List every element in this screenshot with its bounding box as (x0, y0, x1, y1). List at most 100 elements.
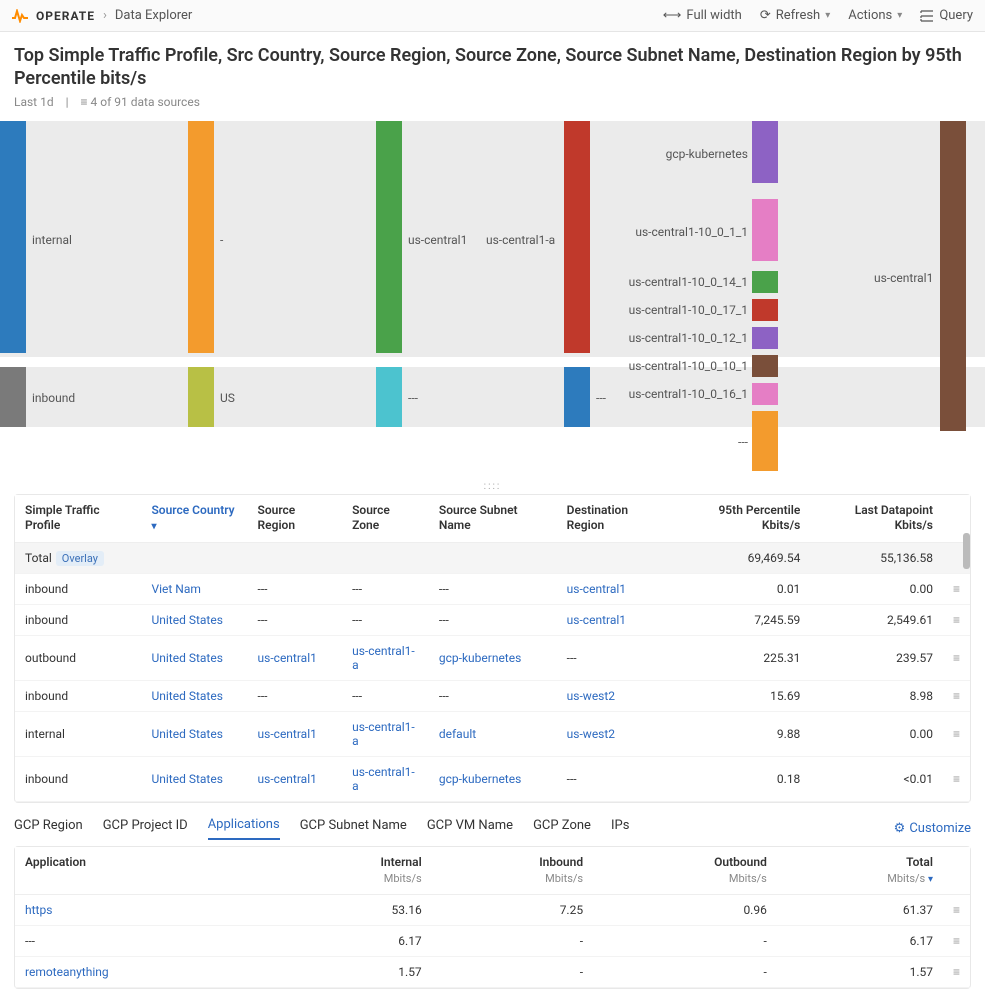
table-total-row: TotalOverlay 69,469.54 55,136.58 (15, 542, 970, 573)
tab-gcp-project-id[interactable]: GCP Project ID (103, 818, 188, 839)
table-row[interactable]: inbound United States --- --- --- us-cen… (15, 604, 970, 635)
sankey-node-uscentral1a[interactable] (564, 121, 590, 353)
col-country[interactable]: Source Country ▾ (141, 495, 247, 543)
refresh-button[interactable]: ⟳ Refresh ▾ (760, 8, 830, 23)
sankey-node-us[interactable] (188, 367, 214, 427)
logo-icon (12, 9, 28, 23)
sankey-node-subnet5[interactable] (752, 355, 778, 377)
flow-gap (0, 357, 985, 367)
table-row[interactable]: outbound United States us-central1 us-ce… (15, 635, 970, 680)
sankey-label: us-central1-10_0_10_1 (618, 359, 748, 373)
table-row[interactable]: inbound United States --- --- --- us-wes… (15, 680, 970, 711)
tab-gcp-vm-name[interactable]: GCP VM Name (427, 818, 513, 839)
col-dest[interactable]: Destination Region (557, 495, 675, 543)
tab-gcp-zone[interactable]: GCP Zone (533, 818, 591, 839)
sankey-node-dashes2[interactable] (564, 367, 590, 427)
sankey-node-subnet4[interactable] (752, 327, 778, 349)
tab-ips[interactable]: IPs (611, 818, 629, 839)
chevron-right-icon: › (103, 8, 107, 23)
col-app[interactable]: Application (15, 847, 277, 895)
sankey-node-subnet6[interactable] (752, 383, 778, 405)
col-p95[interactable]: 95th Percentile Kbits/s (674, 495, 810, 543)
col-total[interactable]: TotalMbits/s ▾ (777, 847, 943, 895)
resize-handle[interactable]: :::: (0, 479, 985, 494)
sankey-node-dashes[interactable] (376, 367, 402, 427)
secondary-tabs: GCP Region GCP Project ID Applications GCP … (0, 803, 985, 846)
sankey-label: internal (32, 233, 72, 247)
table-row[interactable]: internal United States us-central1 us-ce… (15, 711, 970, 756)
page-subtitle: Last 1d | ≡ 4 of 91 data sources (14, 95, 971, 109)
main-table: Simple Traffic Profile Source Country ▾ … (14, 494, 971, 803)
table-row[interactable]: https 53.16 7.25 0.96 61.37 ≡ (15, 895, 970, 926)
sankey-label: us-central1-10_0_14_1 (618, 275, 748, 289)
sankey-label: --- (408, 391, 418, 405)
actions-label: Actions (848, 8, 892, 23)
sankey-chart[interactable]: internal inbound - US us-central1 --- us… (0, 121, 985, 471)
sankey-label: US (220, 391, 235, 405)
customize-button[interactable]: ⚙Customize (894, 821, 971, 836)
sankey-node-subnet2[interactable] (752, 271, 778, 293)
sankey-label: us-central1-10_0_12_1 (618, 331, 748, 345)
sankey-node-gcpk8s[interactable] (752, 121, 778, 183)
divider: | (66, 95, 69, 109)
chevron-down-icon: ▾ (897, 10, 902, 21)
sankey-node-subnet3[interactable] (752, 299, 778, 321)
actions-button[interactable]: Actions ▾ (848, 8, 902, 23)
table-row[interactable]: --- 6.17 - - 6.17 ≡ (15, 926, 970, 957)
sankey-label: us-central1-a (486, 233, 555, 247)
time-range[interactable]: Last 1d (14, 95, 54, 109)
sankey-node-dest-uscentral1[interactable] (940, 121, 966, 431)
overlay-badge[interactable]: Overlay (56, 551, 104, 566)
breadcrumb: OPERATE › Data Explorer (12, 8, 192, 23)
tab-applications[interactable]: Applications (208, 817, 280, 840)
topbar-actions: ⟷ Full width ⟳ Refresh ▾ Actions ▾ Query (663, 8, 973, 23)
app-table-header: Application InternalMbits/s InboundMbits… (15, 847, 970, 895)
tab-gcp-region[interactable]: GCP Region (14, 818, 83, 839)
sankey-label: us-central1-10_0_1_1 (626, 225, 748, 239)
col-region[interactable]: Source Region (248, 495, 343, 543)
row-menu-icon[interactable]: ≡ (943, 926, 970, 957)
tab-gcp-subnet-name[interactable]: GCP Subnet Name (300, 818, 407, 839)
col-internal[interactable]: InternalMbits/s (277, 847, 432, 895)
sankey-label: us-central1-10_0_16_1 (618, 387, 748, 401)
full-width-label: Full width (686, 8, 741, 23)
row-menu-icon[interactable]: ≡ (943, 957, 970, 988)
sankey-node-dashes3[interactable] (752, 411, 778, 471)
sankey-label: us-central1-10_0_17_1 (618, 303, 748, 317)
full-width-button[interactable]: ⟷ Full width (663, 8, 742, 23)
sankey-node-dash[interactable] (188, 121, 214, 353)
table-row[interactable]: remoteanything 1.57 - - 1.57 ≡ (15, 957, 970, 988)
chevron-down-icon[interactable]: ▾ (825, 10, 830, 21)
breadcrumb-current[interactable]: Data Explorer (115, 8, 192, 23)
col-zone[interactable]: Source Zone (342, 495, 429, 543)
flow-gap (0, 427, 985, 471)
application-table: Application InternalMbits/s InboundMbits… (14, 846, 971, 989)
sankey-node-subnet1[interactable] (752, 199, 778, 261)
sankey-label: gcp-kubernetes (656, 147, 748, 161)
query-icon (920, 10, 934, 22)
brand[interactable]: OPERATE (36, 9, 95, 23)
table-row[interactable]: inbound United States us-central1 us-cen… (15, 756, 970, 801)
sankey-node-inbound[interactable] (0, 367, 26, 427)
database-icon: ≡ (81, 95, 88, 109)
data-sources[interactable]: ≡ 4 of 91 data sources (81, 95, 200, 109)
col-inbound[interactable]: InboundMbits/s (432, 847, 593, 895)
sankey-node-uscentral1[interactable] (376, 121, 402, 353)
query-button[interactable]: Query (920, 8, 973, 23)
row-menu-icon[interactable]: ≡ (943, 895, 970, 926)
sankey-node-internal[interactable] (0, 121, 26, 353)
col-profile[interactable]: Simple Traffic Profile (15, 495, 141, 543)
col-subnet[interactable]: Source Subnet Name (429, 495, 557, 543)
table-row[interactable]: inbound Viet Nam --- --- --- us-central1… (15, 573, 970, 604)
col-last[interactable]: Last Datapoint Kbits/s (810, 495, 943, 543)
gear-icon: ⚙ (894, 821, 906, 836)
table-header: Simple Traffic Profile Source Country ▾ … (15, 495, 970, 543)
page-header: Top Simple Traffic Profile, Src Country,… (0, 32, 985, 109)
scrollbar[interactable] (963, 533, 970, 802)
sankey-label: us-central1 (408, 233, 467, 247)
col-outbound[interactable]: OutboundMbits/s (593, 847, 777, 895)
sankey-label: us-central1 (874, 271, 933, 285)
sort-icon: ▾ (928, 874, 933, 885)
query-label: Query (939, 8, 973, 23)
topbar: OPERATE › Data Explorer ⟷ Full width ⟳ R… (0, 0, 985, 32)
